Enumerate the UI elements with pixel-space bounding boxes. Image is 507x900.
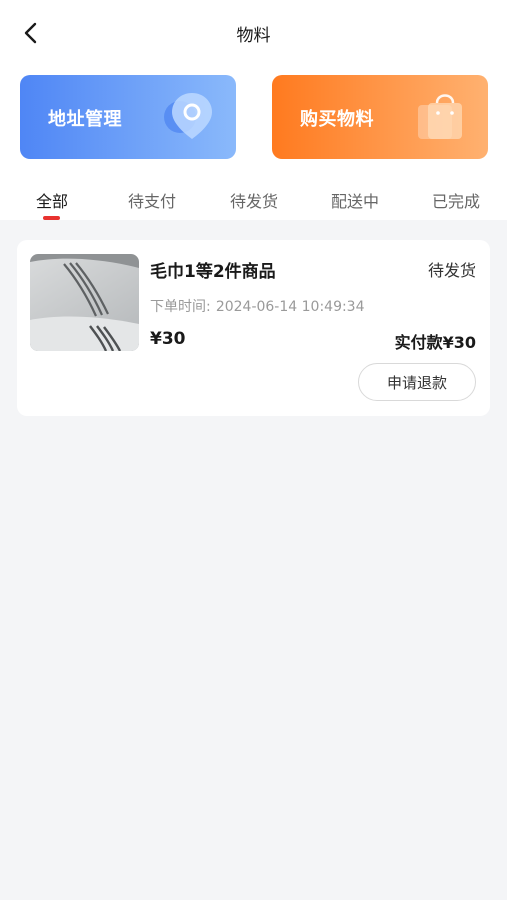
order-time-value: 2024-06-14 10:49:34 (215, 299, 365, 315)
top-bar: 物料 (0, 0, 507, 62)
tab-in-delivery[interactable]: 配送中 (320, 188, 390, 212)
location-pin-icon (164, 93, 212, 139)
shopping-bag-icon (418, 94, 462, 139)
active-tab-indicator (43, 216, 60, 220)
paid-amount: 实付款¥30 (394, 333, 476, 352)
order-time: 下单时间: 2024-06-14 10:49:34 (150, 296, 365, 316)
buy-materials-banner[interactable]: 购买物料 (272, 75, 488, 159)
tab-completed[interactable]: 已完成 (421, 188, 491, 212)
order-time-label: 下单时间: (150, 299, 211, 315)
product-price: ¥30 (150, 329, 186, 349)
tab-pending-shipment[interactable]: 待发货 (219, 188, 289, 212)
address-banner-label: 地址管理 (48, 109, 122, 130)
tab-all[interactable]: 全部 (17, 188, 87, 212)
address-management-banner[interactable]: 地址管理 (20, 75, 236, 159)
buy-banner-label: 购买物料 (300, 109, 374, 130)
header-area: 地址管理 购买物料 全部 待支付 待发货 配送中 已完成 (0, 62, 507, 220)
tab-pending-payment[interactable]: 待支付 (117, 188, 187, 212)
towel-image (30, 254, 139, 351)
product-name: 毛巾1等2件商品 (150, 262, 276, 282)
order-status: 待发货 (427, 261, 476, 280)
page-title: 物料 (236, 26, 271, 46)
request-refund-button[interactable]: 申请退款 (358, 363, 476, 401)
order-card[interactable]: 毛巾1等2件商品 待发货 下单时间: 2024-06-14 10:49:34 ¥… (17, 240, 490, 416)
order-status-tabs: 全部 待支付 待发货 配送中 已完成 (0, 170, 507, 220)
